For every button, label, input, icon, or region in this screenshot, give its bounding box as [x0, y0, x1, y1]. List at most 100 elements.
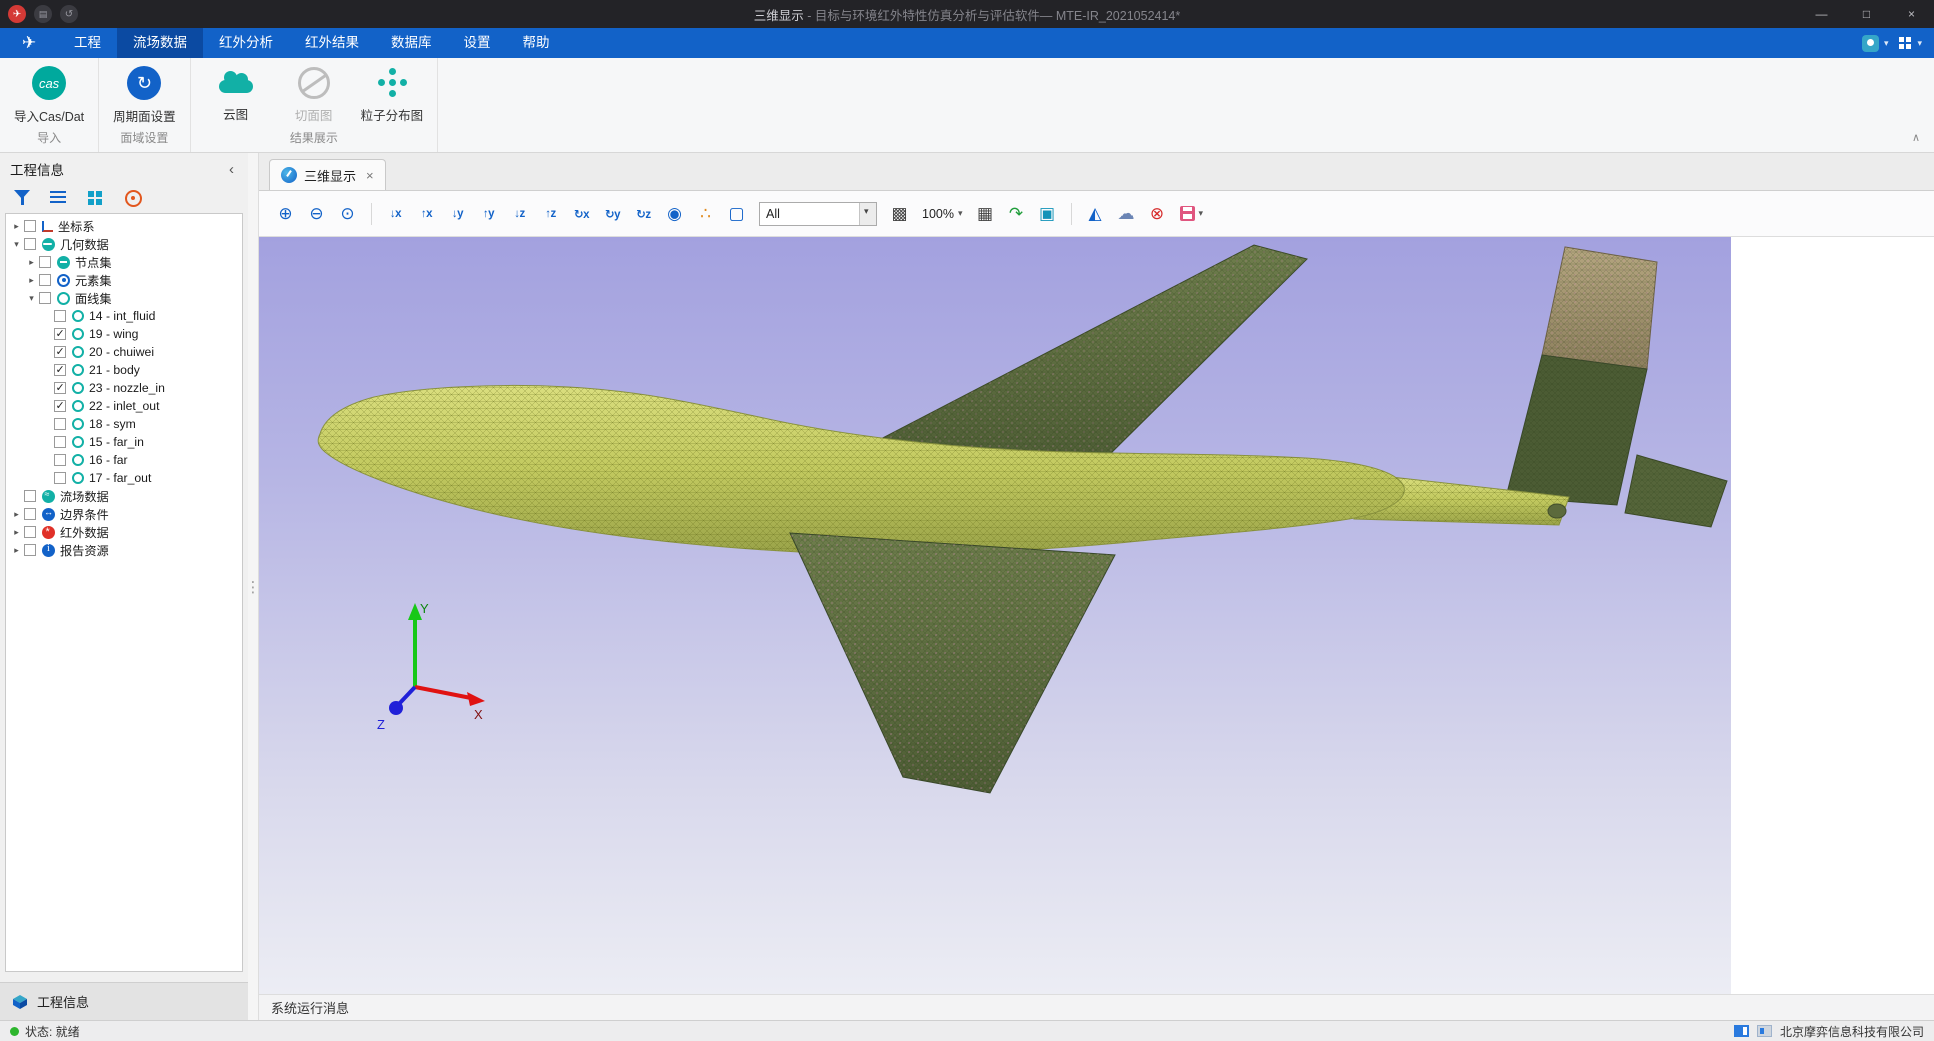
apps-caret-icon[interactable]: ▾ — [1917, 38, 1922, 49]
panel-bottom-tab[interactable]: 工程信息 — [0, 982, 248, 1020]
export-view-icon[interactable]: ↷ — [1002, 199, 1031, 229]
menu-item-红外分析[interactable]: 红外分析 — [203, 28, 289, 58]
app-logo-icon[interactable] — [8, 5, 26, 23]
snapshot-icon[interactable]: ▣ — [1033, 199, 1062, 229]
menu-item-数据库[interactable]: 数据库 — [375, 28, 448, 58]
menu-item-帮助[interactable]: 帮助 — [507, 28, 566, 58]
panel-splitter[interactable]: ⋮ — [248, 153, 259, 1020]
tree-checkbox[interactable] — [39, 256, 51, 268]
tree-expander-icon[interactable]: ▸ — [10, 545, 23, 556]
tree-item[interactable]: 23 - nozzle_in — [6, 379, 242, 397]
grid-view-icon[interactable] — [86, 189, 106, 207]
display-filter-select[interactable]: All — [759, 202, 877, 226]
tree-checkbox[interactable] — [54, 418, 66, 430]
tree-item[interactable]: 22 - inlet_out — [6, 397, 242, 415]
ribbon-button-cloud[interactable]: 云图 — [205, 66, 267, 123]
layout-toggle-icon-2[interactable] — [1757, 1025, 1772, 1037]
tree-item[interactable]: 16 - far — [6, 451, 242, 469]
tree-item[interactable]: 流场数据 — [6, 487, 242, 505]
grid-icon[interactable]: ▦ — [971, 199, 1000, 229]
account-caret-icon[interactable]: ▾ — [1884, 38, 1889, 49]
tree-item[interactable]: 21 - body — [6, 361, 242, 379]
close-button[interactable]: × — [1889, 0, 1934, 28]
menu-item-设置[interactable]: 设置 — [448, 28, 507, 58]
account-icon[interactable] — [1862, 35, 1879, 52]
ribbon-collapse-icon[interactable]: ∧ — [1912, 131, 1920, 144]
tree-item[interactable]: 17 - far_out — [6, 469, 242, 487]
rotate-z-icon[interactable]: ↻z — [629, 199, 658, 229]
tree-checkbox[interactable] — [39, 292, 51, 304]
tree-item[interactable]: 20 - chuiwei — [6, 343, 242, 361]
tree-checkbox[interactable] — [54, 346, 66, 358]
tree-item[interactable]: 19 - wing — [6, 325, 242, 343]
tree-expander-icon[interactable]: ▸ — [10, 527, 23, 538]
tree-item[interactable]: ▸节点集 — [6, 253, 242, 271]
tree-item[interactable]: ▸红外数据 — [6, 523, 242, 541]
tree-checkbox[interactable] — [54, 364, 66, 376]
tree-checkbox[interactable] — [24, 238, 36, 250]
tree-item[interactable]: ▸坐标系 — [6, 217, 242, 235]
minimize-button[interactable]: — — [1799, 0, 1844, 28]
tree-expander-icon[interactable]: ▾ — [10, 239, 23, 250]
menu-item-流场数据[interactable]: 流场数据 — [117, 28, 203, 58]
tree-item[interactable]: ▾面线集 — [6, 289, 242, 307]
tree-checkbox[interactable] — [24, 526, 36, 538]
view-z-down-icon[interactable]: ↓z — [505, 199, 534, 229]
maximize-button[interactable]: □ — [1844, 0, 1889, 28]
ribbon-button-cas[interactable]: cas导入Cas/Dat — [14, 66, 84, 125]
tree-item[interactable]: 15 - far_in — [6, 433, 242, 451]
tree-expander-icon[interactable]: ▸ — [10, 221, 23, 232]
apps-grid-icon[interactable] — [1899, 37, 1912, 50]
ribbon-button-period[interactable]: 周期面设置 — [113, 66, 176, 125]
tree-checkbox[interactable] — [24, 490, 36, 502]
tree-checkbox[interactable] — [24, 220, 36, 232]
tree-item[interactable]: ▸边界条件 — [6, 505, 242, 523]
ribbon-button-slice[interactable]: 切面图 — [283, 66, 345, 124]
panel-collapse-icon[interactable]: ‹ — [225, 161, 238, 178]
tree-expander-icon[interactable]: ▾ — [25, 293, 38, 304]
rotate-y-icon[interactable]: ↻y — [598, 199, 627, 229]
view-x-down-icon[interactable]: ↓x — [381, 199, 410, 229]
tree-checkbox[interactable] — [54, 310, 66, 322]
tree-expander-icon[interactable]: ▸ — [25, 275, 38, 286]
tree-checkbox[interactable] — [54, 454, 66, 466]
clear-view-icon[interactable]: ⊗ — [1143, 199, 1172, 229]
tree-expander-icon[interactable]: ▸ — [25, 257, 38, 268]
save-view-select[interactable]: ▾ — [1174, 200, 1210, 228]
zoom-fit-icon[interactable]: ⊙ — [333, 199, 362, 229]
probe-point-icon[interactable]: ◉ — [660, 199, 689, 229]
particle-trace-icon[interactable]: ∴ — [691, 199, 720, 229]
tab-close-icon[interactable]: × — [366, 168, 374, 183]
view-y-up-icon[interactable]: ↑y — [474, 199, 503, 229]
tree-checkbox[interactable] — [54, 400, 66, 412]
expand-list-icon[interactable] — [49, 189, 69, 207]
menu-item-工程[interactable]: 工程 — [58, 28, 117, 58]
box-select-icon[interactable]: ▢ — [722, 199, 751, 229]
tree-item[interactable]: ▸报告资源 — [6, 541, 242, 559]
tree-checkbox[interactable] — [39, 274, 51, 286]
tree-expander-icon[interactable]: ▸ — [10, 509, 23, 520]
zoom-out-icon[interactable]: ⊖ — [302, 199, 331, 229]
cloud-display-icon[interactable]: ☁ — [1112, 199, 1141, 229]
ribbon-button-particles[interactable]: 粒子分布图 — [361, 66, 424, 124]
filter-icon[interactable] — [12, 189, 32, 207]
rotate-x-icon[interactable]: ↻x — [567, 199, 596, 229]
viewport-3d[interactable]: X Y Z — [259, 237, 1731, 994]
pattern-icon[interactable]: ▩ — [885, 199, 914, 229]
zoom-level-select[interactable]: 100%▾ — [916, 200, 969, 228]
locate-icon[interactable] — [123, 189, 143, 207]
tree-checkbox[interactable] — [24, 508, 36, 520]
tree-item[interactable]: 18 - sym — [6, 415, 242, 433]
tree-checkbox[interactable] — [54, 328, 66, 340]
layout-toggle-icon-1[interactable] — [1734, 1025, 1749, 1037]
view-x-up-icon[interactable]: ↑x — [412, 199, 441, 229]
zoom-in-icon[interactable]: ⊕ — [271, 199, 300, 229]
mirror-icon[interactable]: ◭ — [1081, 199, 1110, 229]
menu-item-红外结果[interactable]: 红外结果 — [289, 28, 375, 58]
tree-checkbox[interactable] — [54, 472, 66, 484]
view-y-down-icon[interactable]: ↓y — [443, 199, 472, 229]
tree-checkbox[interactable] — [24, 544, 36, 556]
titlebar-undo-icon[interactable] — [60, 5, 78, 23]
tree-item[interactable]: 14 - int_fluid — [6, 307, 242, 325]
tab-3d-view[interactable]: 三维显示 × — [269, 159, 386, 190]
